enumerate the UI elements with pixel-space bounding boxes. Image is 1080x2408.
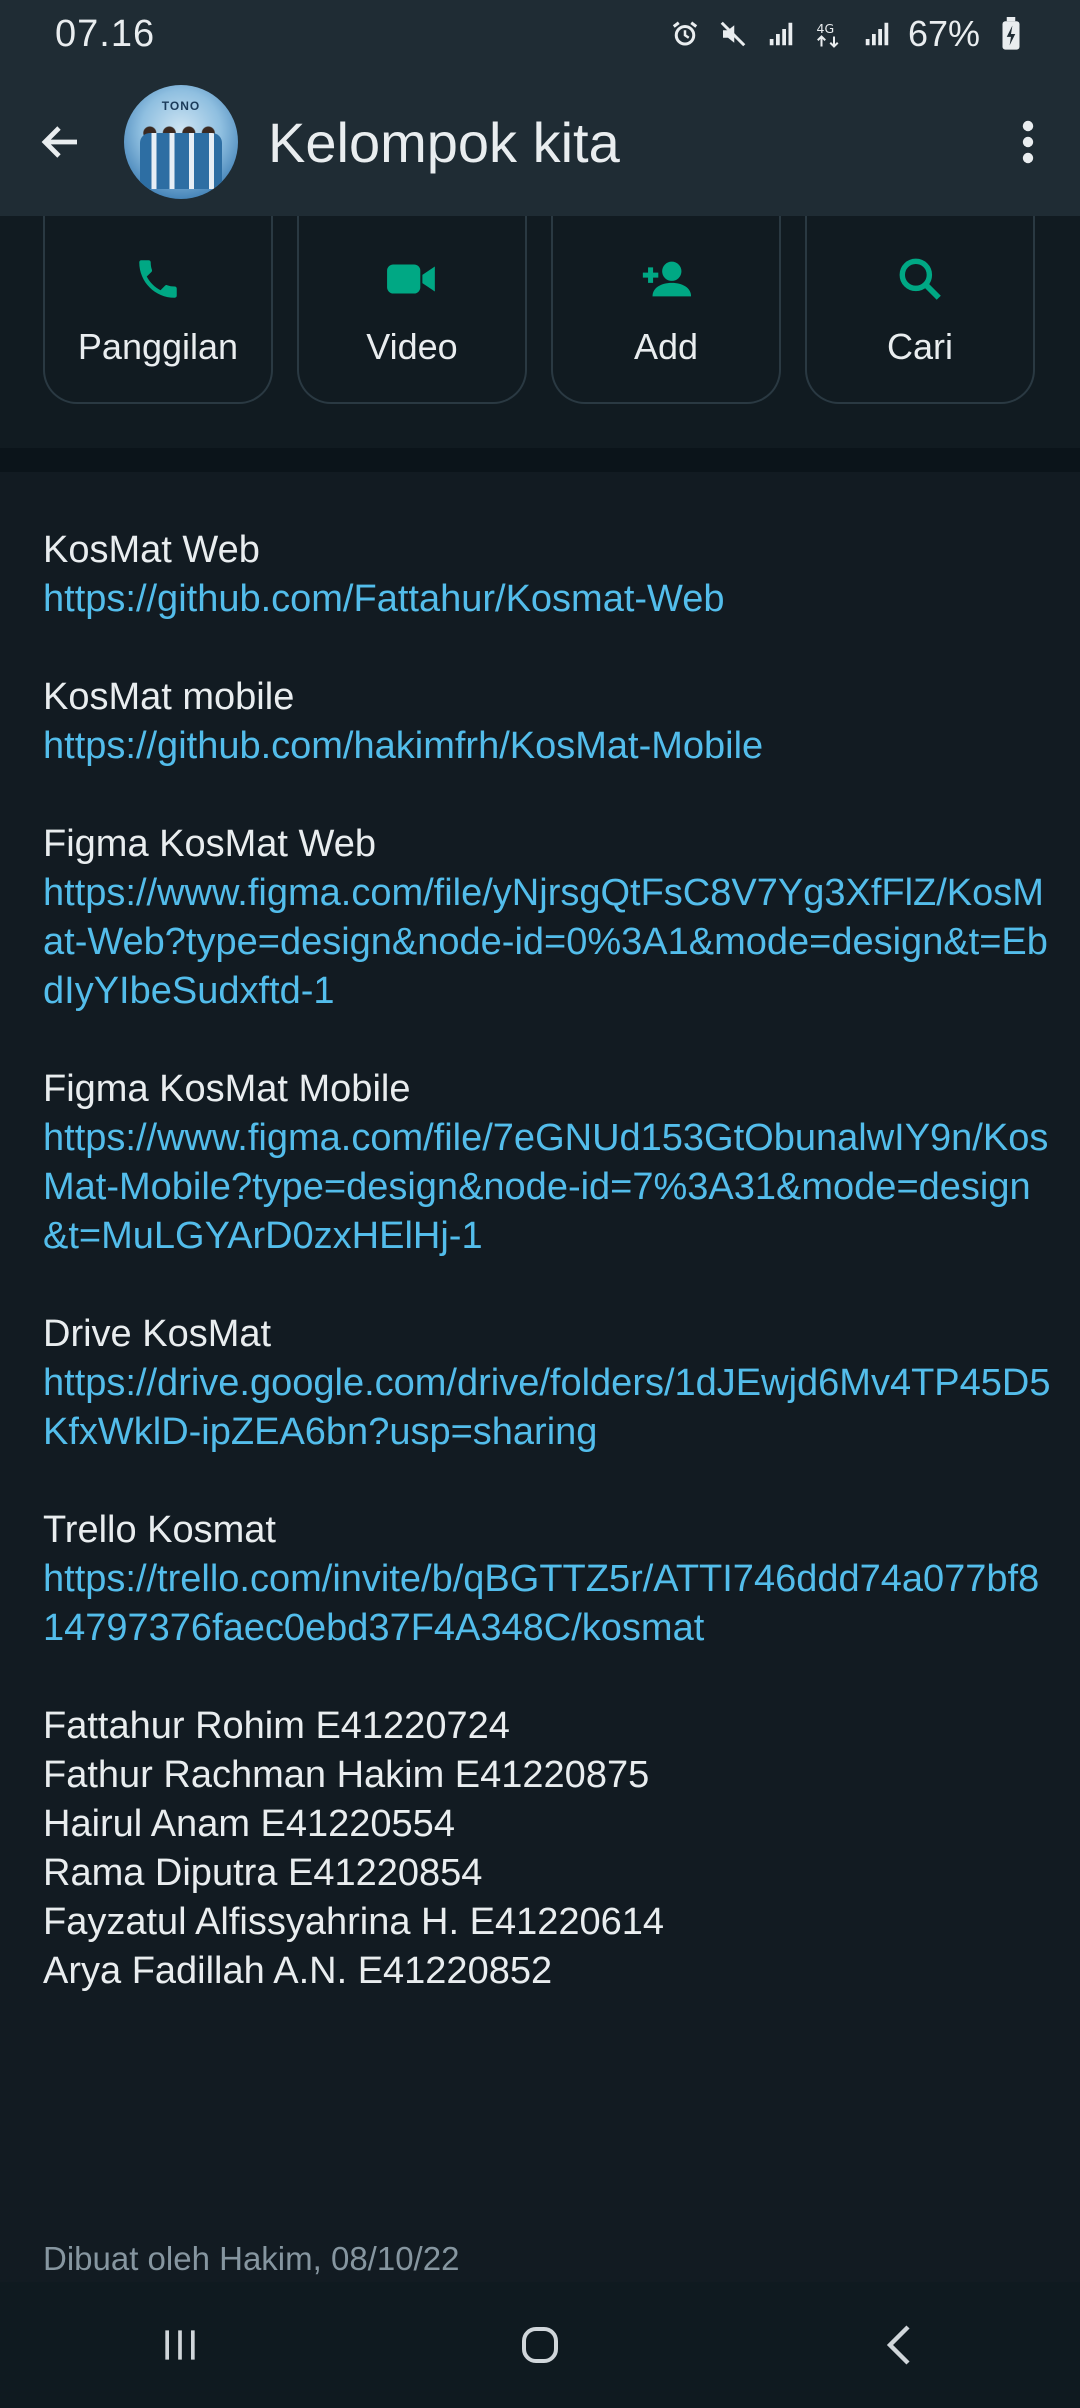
back-nav-icon [886, 2325, 910, 2365]
home-button[interactable] [480, 2305, 600, 2385]
add-label: Add [633, 326, 699, 367]
action-buttons-area: Panggilan Video Add Cari [0, 216, 1080, 448]
link-title: KosMat mobile [43, 676, 295, 718]
link-block: Figma KosMat Web https://www.figma.com/f… [43, 820, 1053, 1016]
search-label: Cari [886, 326, 953, 367]
member-name: Fayzatul Alfissyahrina H. E41220614 [43, 1901, 665, 1943]
recent-apps-icon [165, 2330, 195, 2360]
home-icon [522, 2327, 558, 2363]
add-person-icon [639, 252, 693, 306]
group-description: KosMat Web https://github.com/Fattahur/K… [43, 526, 1053, 1996]
avatar-text: TONO [161, 99, 201, 113]
battery-charging-icon [994, 17, 1028, 51]
link-title: Drive KosMat [43, 1313, 272, 1355]
link-url[interactable]: https://trello.com/invite/b/qBGTTZ5r/ATT… [43, 1555, 1053, 1653]
video-call-button[interactable]: Video [297, 216, 527, 404]
back-button[interactable] [28, 109, 94, 175]
action-buttons: Panggilan Video Add Cari [43, 216, 1035, 404]
link-title: Figma KosMat Web [43, 823, 376, 865]
group-title[interactable]: Kelompok kita [268, 110, 998, 175]
signal-icon [764, 17, 798, 51]
section-divider [0, 448, 1080, 472]
search-icon [893, 252, 947, 306]
phone-icon [131, 252, 185, 306]
search-button[interactable]: Cari [805, 216, 1035, 404]
member-name: Arya Fadillah A.N. E41220852 [43, 1950, 553, 1992]
link-block: KosMat mobile https://github.com/hakimfr… [43, 673, 1053, 771]
mute-icon [716, 17, 750, 51]
link-url[interactable]: https://drive.google.com/drive/folders/1… [43, 1359, 1053, 1457]
link-block: KosMat Web https://github.com/Fattahur/K… [43, 526, 1053, 624]
recent-apps-button[interactable] [120, 2305, 240, 2385]
link-url[interactable]: https://www.figma.com/file/yNjrsgQtFsC8V… [43, 869, 1053, 1016]
call-label: Panggilan [77, 326, 239, 367]
more-options-button[interactable] [998, 102, 1058, 182]
link-block: Trello Kosmat https://trello.com/invite/… [43, 1506, 1053, 1653]
link-url[interactable]: https://github.com/Fattahur/Kosmat-Web [43, 575, 1053, 624]
call-button[interactable]: Panggilan [43, 216, 273, 404]
chat-header: TONO Kelompok kita [0, 68, 1080, 216]
status-icons: 4G 67% [668, 13, 1028, 55]
link-block: Drive KosMat https://drive.google.com/dr… [43, 1310, 1053, 1457]
member-name: Fattahur Rohim E41220724 [43, 1705, 510, 1747]
add-member-button[interactable]: Add [551, 216, 781, 404]
video-label: Video [366, 326, 458, 367]
status-time: 07.16 [55, 12, 156, 55]
member-name: Fathur Rachman Hakim E41220875 [43, 1754, 650, 1796]
link-url[interactable]: https://github.com/hakimfrh/KosMat-Mobil… [43, 722, 1053, 771]
svg-text:4G: 4G [816, 21, 834, 36]
link-url[interactable]: https://www.figma.com/file/7eGNUd153GtOb… [43, 1114, 1053, 1261]
created-by-text: Dibuat oleh Hakim, 08/10/22 [43, 2240, 460, 2277]
status-bar: 07.16 4G 67% [0, 0, 1080, 68]
signal-icon [860, 17, 894, 51]
member-list: Fattahur Rohim E41220724 Fathur Rachman … [43, 1702, 1053, 1996]
link-title: Trello Kosmat [43, 1509, 276, 1551]
link-title: Figma KosMat Mobile [43, 1068, 411, 1110]
link-block: Figma KosMat Mobile https://www.figma.co… [43, 1065, 1053, 1261]
alarm-icon [668, 17, 702, 51]
more-vertical-icon [1022, 120, 1034, 164]
back-arrow-icon [41, 126, 77, 158]
video-icon [385, 252, 439, 306]
link-title: KosMat Web [43, 529, 260, 571]
system-nav-bar [0, 2282, 1080, 2408]
member-name: Rama Diputra E41220854 [43, 1852, 483, 1894]
member-name: Hairul Anam E41220554 [43, 1803, 455, 1845]
4g-data-icon: 4G [812, 17, 846, 51]
back-nav-button[interactable] [840, 2305, 960, 2385]
group-avatar[interactable]: TONO [124, 85, 238, 199]
battery-percent: 67% [907, 13, 980, 54]
